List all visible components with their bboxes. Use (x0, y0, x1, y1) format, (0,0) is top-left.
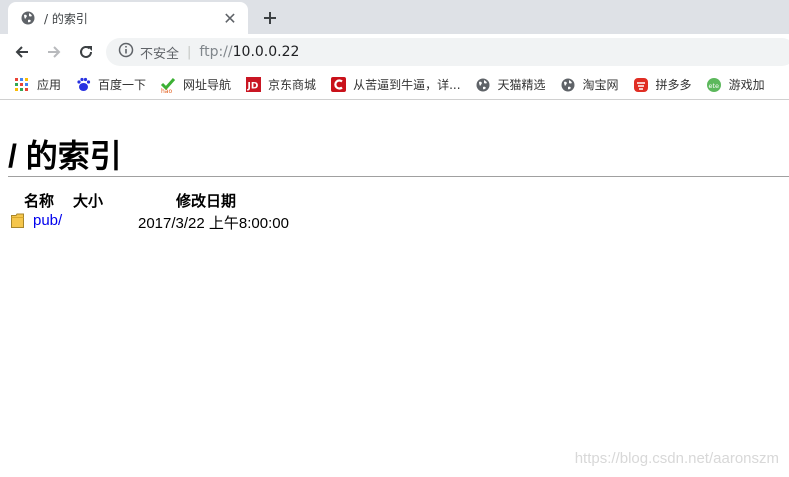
baidu-icon (75, 77, 91, 93)
apps-grid-icon (14, 77, 30, 93)
watermark: https://blog.csdn.net/aaronszm (574, 450, 779, 467)
info-icon[interactable] (118, 42, 134, 62)
new-tab-button[interactable] (258, 6, 282, 30)
column-header-modified[interactable]: 修改日期 (176, 190, 236, 211)
globe-icon (560, 77, 576, 93)
page-title: / 的索引 (8, 138, 122, 174)
modified-date: 2017/3/22 上午8:00:00 (138, 215, 289, 232)
toolbar: 不安全 | ftp:// 10.0.0.22 (0, 34, 789, 70)
jd-icon: JD (245, 77, 261, 93)
active-tab[interactable]: / 的索引 ✕ (8, 2, 248, 34)
column-header-name[interactable]: 名称 (24, 190, 54, 211)
table-row: pub/ 2017/3/22 上午8:00:00 (8, 212, 408, 232)
address-bar[interactable]: 不安全 | ftp:// 10.0.0.22 (106, 38, 789, 66)
url-host: 10.0.0.22 (232, 44, 300, 60)
globe-icon (20, 10, 36, 26)
bookmark-label: 应用 (37, 78, 62, 92)
bookmarks-bar: 应用 百度一下 hao 网址导航 JD 京东商城 从苦逼到牛逼，详... 天猫精… (0, 70, 789, 100)
bookmark-label: 拼多多 (655, 78, 692, 92)
pinduoduo-icon (633, 77, 649, 93)
hao-icon: hao (160, 77, 176, 93)
bookmark-label: 游戏加 (728, 78, 765, 92)
back-button[interactable] (8, 38, 36, 66)
reload-icon (80, 45, 92, 58)
tab-strip: / 的索引 ✕ (0, 0, 789, 34)
bookmark-pinduoduo[interactable]: 拼多多 (633, 76, 692, 93)
security-label[interactable]: 不安全 (140, 43, 179, 62)
bookmark-csdn[interactable]: 从苦逼到牛逼，详... (330, 76, 461, 93)
arrow-left-icon (15, 46, 28, 58)
bookmark-baidu[interactable]: 百度一下 (75, 76, 146, 93)
bookmark-label: 网址导航 (183, 78, 232, 92)
bookmark-label: 百度一下 (98, 78, 147, 92)
bookmark-tmall[interactable]: 天猫精选 (475, 76, 546, 93)
bookmark-label: 京东商城 (268, 78, 317, 92)
bookmark-label: 淘宝网 (582, 78, 619, 92)
arrow-right-icon (48, 46, 61, 58)
tab-title: / 的索引 (44, 11, 88, 26)
bookmark-label: 从苦逼到牛逼，详... (353, 78, 461, 92)
divider: | (187, 44, 192, 60)
plus-icon (264, 12, 276, 24)
svg-text:JD: JD (246, 82, 258, 92)
divider (8, 176, 789, 177)
page-content: / 的索引 名称 大小 修改日期 pub/ 2017/3/22 上午8:00:0… (0, 101, 789, 477)
bookmark-apps[interactable]: 应用 (14, 76, 61, 93)
bookmark-label: 天猫精选 (497, 78, 546, 92)
csdn-icon (330, 77, 346, 93)
bookmark-jd[interactable]: JD 京东商城 (245, 76, 316, 93)
directory-link[interactable]: pub/ (33, 212, 62, 229)
close-icon[interactable]: ✕ (222, 9, 238, 28)
forward-button[interactable] (40, 38, 68, 66)
svg-text:hao: hao (161, 88, 172, 93)
game-icon: ete (706, 77, 722, 93)
globe-icon (475, 77, 491, 93)
url-scheme: ftp:// (199, 44, 233, 60)
svg-text:ete: ete (708, 82, 719, 90)
bookmark-taobao[interactable]: 淘宝网 (560, 76, 619, 93)
bookmark-game[interactable]: ete 游戏加 (706, 76, 765, 93)
folder-icon (11, 213, 24, 228)
reload-button[interactable] (72, 38, 100, 66)
column-header-size[interactable]: 大小 (73, 190, 103, 211)
bookmark-hao[interactable]: hao 网址导航 (160, 76, 231, 93)
